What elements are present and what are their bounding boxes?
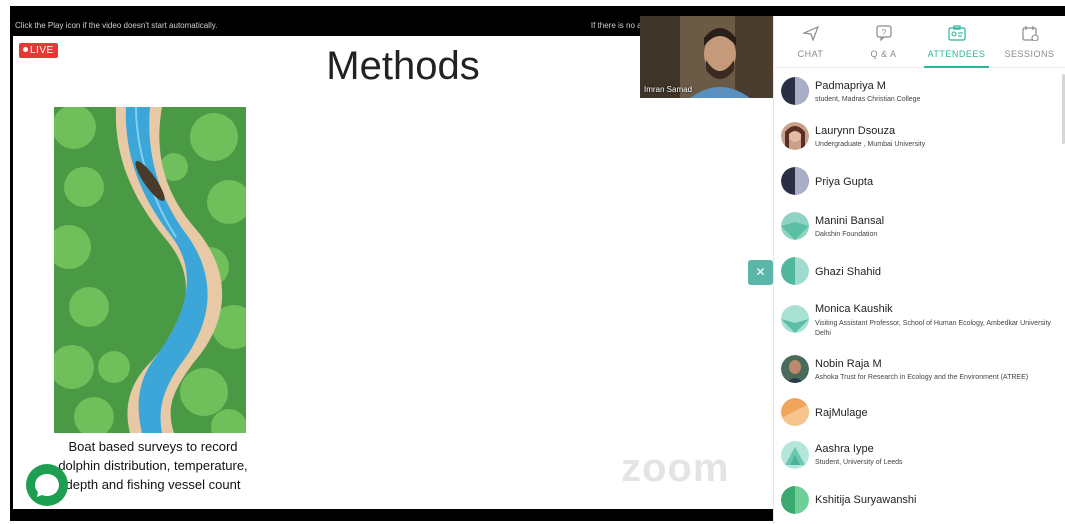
tab-sessions[interactable]: SESSIONS [993,16,1065,68]
chat-bubble-button[interactable] [26,464,68,506]
attendee-name: Padmapriya M [815,80,886,92]
attendee-name: Kshitija Suryawanshi [815,494,917,506]
live-label: LIVE [30,45,54,56]
attendee-subtitle: Dakshin Foundation [815,231,878,238]
avatar [781,398,809,426]
avatar [781,355,809,383]
presentation-slide: LIVE Methods Boat based surveys to recor… [13,36,773,509]
speaker-thumbnail[interactable]: Imran Samad [640,16,773,98]
side-panel: CHAT ? Q & A ATTENDEES SESSIONS Padmapri… [773,16,1065,524]
avatar [781,486,809,514]
attendee-row[interactable]: Nobin Raja M Ashoka Trust for Research i… [774,346,1065,391]
avatar [781,77,809,105]
tab-sessions-label: SESSIONS [1004,49,1055,59]
tab-attendees[interactable]: ATTENDEES [920,16,993,68]
attendee-subtitle: Visiting Assistant Professor, School of … [815,320,1051,337]
attendee-name: Monica Kaushik [815,303,893,315]
bottom-border [10,509,775,521]
attendee-subtitle: Student, University of Leeds [815,459,903,466]
slide-title: Methods [326,44,480,88]
avatar [781,122,809,150]
attendee-row[interactable]: RajMulage [774,391,1065,431]
tab-attendees-label: ATTENDEES [927,49,986,59]
avatar [781,441,809,469]
tab-qa[interactable]: ? Q & A [847,16,920,68]
attendee-row[interactable]: Manini Bansal Dakshin Foundation [774,203,1065,248]
live-badge: LIVE [19,43,58,58]
attendee-subtitle: Ashoka Trust for Research in Ecology and… [815,374,1029,381]
avatar [781,212,809,240]
tab-qa-label: Q & A [870,49,897,59]
video-player[interactable]: Click the Play icon if the video doesn't… [13,16,773,509]
attendee-row[interactable]: Priya Gupta [774,158,1065,203]
avatar [781,305,809,333]
attendee-row[interactable]: Kshitija Suryawanshi [774,478,1065,524]
attendee-name: Priya Gupta [815,176,874,188]
expand-panel-button[interactable]: ✕ [748,260,773,285]
play-notice: Click the Play icon if the video doesn't… [15,21,218,30]
question-icon: ? [875,25,892,41]
attendee-name: RajMulage [815,407,868,419]
app-window: Click the Play icon if the video doesn't… [0,0,1065,524]
attendee-name: Ghazi Shahid [815,266,882,278]
caption-line: dolphin distribution, temperature, [58,458,248,473]
panel-tabs: CHAT ? Q & A ATTENDEES SESSIONS [774,16,1065,68]
avatar [781,257,809,285]
collapse-arrows-icon: ✕ [755,265,766,279]
attendee-name: Aashra Iype [815,443,874,455]
attendee-row[interactable]: Laurynn Dsouza Undergraduate , Mumbai Un… [774,113,1065,158]
zoom-watermark: zoom [621,446,730,490]
avatar [781,167,809,195]
attendee-name: Manini Bansal [815,215,885,227]
calendar-icon [1021,26,1039,41]
speaker-name: Imran Samad [644,85,693,94]
attendee-row[interactable]: Padmapriya M student, Madras Christian C… [774,68,1065,113]
attendee-row[interactable]: Aashra Iype Student, University of Leeds [774,431,1065,478]
slide-caption: Boat based surveys to record dolphin dis… [48,437,258,494]
attendee-card-icon [947,25,966,41]
live-dot-icon [23,47,28,52]
send-icon [801,25,819,41]
svg-text:?: ? [881,28,886,37]
attendee-name: Laurynn Dsouza [815,125,896,137]
attendee-name: Nobin Raja M [815,358,882,370]
caption-line: Boat based surveys to record [68,439,238,454]
tab-chat[interactable]: CHAT [774,16,847,68]
attendee-subtitle: student, Madras Christian College [815,96,921,103]
attendee-row[interactable]: Monica Kaushik Visiting Assistant Profes… [774,293,1065,346]
river-illustration [54,107,246,433]
chat-bubble-icon [35,474,59,497]
tab-chat-label: CHAT [797,49,824,59]
attendee-row[interactable]: Ghazi Shahid [774,248,1065,293]
top-border [10,6,1065,16]
caption-line: depth and fishing vessel count [65,477,241,492]
attendee-subtitle: Undergraduate , Mumbai University [815,141,926,148]
